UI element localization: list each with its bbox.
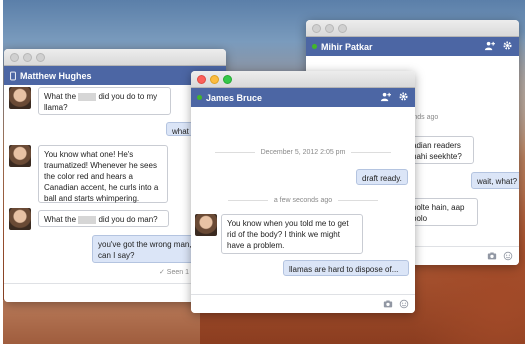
camera-icon[interactable] — [383, 299, 393, 309]
compose-bar[interactable] — [191, 294, 415, 313]
contact-name[interactable]: Mihir Patkar — [321, 42, 373, 52]
message-line: bolo — [412, 214, 428, 223]
my-message-bubble: you've got the wrong man, can I say? — [92, 235, 204, 263]
message-text: wait, what? — [477, 177, 518, 186]
message-line: bolte hain, aap — [412, 203, 465, 212]
message-text: What the — [44, 92, 79, 101]
contact-name[interactable]: Matthew Hughes — [20, 71, 92, 81]
timestamp-text: December 5, 2012 2:05 pm — [260, 149, 346, 156]
timestamp: December 5, 2012 2:05 pm — [191, 149, 415, 156]
message-text: you've got the wrong man, can I say? — [98, 240, 192, 260]
zoom-button[interactable] — [36, 53, 45, 62]
titlebar[interactable] — [191, 71, 415, 88]
message-bubble: What the did you do to my llama? — [38, 87, 171, 115]
message-text: What the — [44, 215, 79, 224]
message-bubble: What the did you do man? — [38, 210, 169, 227]
redacted-word — [78, 215, 97, 224]
gear-icon[interactable] — [502, 40, 513, 51]
divider — [351, 151, 392, 153]
zoom-button[interactable] — [223, 75, 232, 84]
avatar[interactable] — [9, 145, 31, 167]
timestamp-text: a few seconds ago — [273, 197, 333, 204]
chat-window-james[interactable]: James Bruce December 5, 2012 2:05 pm dra… — [191, 71, 415, 313]
message-text: draft ready. — [362, 174, 402, 183]
timestamp: conds ago — [406, 114, 439, 121]
close-button[interactable] — [312, 24, 321, 33]
close-button[interactable] — [197, 75, 206, 84]
add-friend-icon[interactable] — [380, 91, 391, 102]
online-dot-icon — [197, 95, 202, 100]
message-line: nahi seekhte? — [412, 152, 462, 161]
gear-icon[interactable] — [398, 91, 409, 102]
divider — [338, 199, 379, 201]
my-message-bubble: llamas are hard to dispose of... — [283, 260, 409, 276]
message-bubble: adian readers nahi seekhte? — [406, 136, 474, 164]
smiley-icon[interactable] — [503, 251, 513, 261]
titlebar[interactable] — [306, 20, 519, 37]
contact-name[interactable]: James Bruce — [206, 93, 262, 103]
minimize-button[interactable] — [210, 75, 219, 84]
divider — [227, 199, 268, 201]
minimize-button[interactable] — [23, 53, 32, 62]
zoom-button[interactable] — [338, 24, 347, 33]
titlebar[interactable] — [4, 49, 226, 66]
close-button[interactable] — [10, 53, 19, 62]
camera-icon[interactable] — [487, 251, 497, 261]
chat-header[interactable]: James Bruce — [191, 88, 415, 107]
wallpaper-rocks — [0, 300, 200, 348]
divider — [214, 151, 255, 153]
message-bubble: bolte hain, aap bolo — [406, 198, 478, 226]
message-bubble: You know when you told me to get rid of … — [221, 214, 363, 254]
avatar[interactable] — [9, 208, 31, 230]
my-message-bubble: draft ready. — [356, 169, 408, 185]
seen-indicator: ✓ Seen 1 — [159, 269, 189, 276]
mobile-phone-icon — [10, 71, 16, 80]
message-line: adian readers — [412, 141, 461, 150]
online-dot-icon — [312, 44, 317, 49]
redacted-word — [78, 92, 97, 101]
avatar[interactable] — [9, 87, 31, 109]
conversation-area[interactable]: December 5, 2012 2:05 pm draft ready. a … — [191, 107, 415, 294]
minimize-button[interactable] — [325, 24, 334, 33]
message-text: You know when you told me to get rid of … — [227, 219, 349, 250]
message-bubble: You know what one! He's traumatized! Whe… — [38, 145, 168, 203]
smiley-icon[interactable] — [399, 299, 409, 309]
message-text: llamas are hard to dispose of... — [289, 265, 399, 274]
message-text: You know what one! He's traumatized! Whe… — [44, 150, 159, 203]
add-friend-icon[interactable] — [484, 40, 495, 51]
my-message-bubble: wait, what? — [471, 172, 519, 189]
message-text: did you do man? — [96, 215, 158, 224]
chat-header[interactable]: Mihir Patkar — [306, 37, 519, 56]
avatar[interactable] — [195, 214, 217, 236]
timestamp: a few seconds ago — [191, 197, 415, 204]
